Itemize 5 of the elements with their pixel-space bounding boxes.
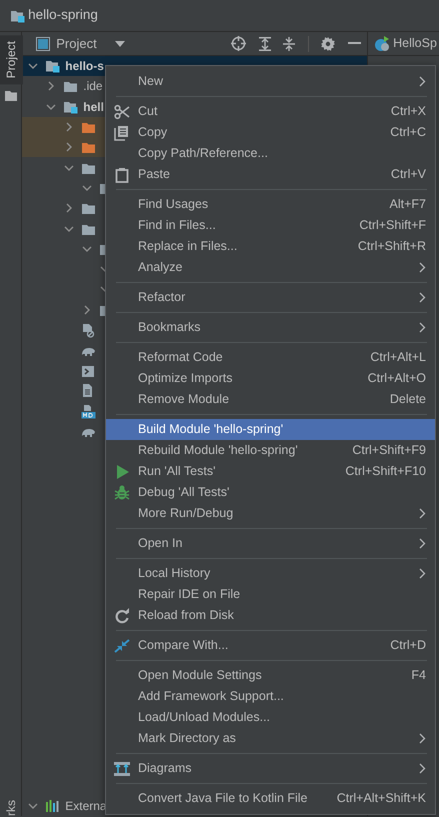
tree-label: .ide [83, 78, 103, 96]
tree-label: hello-s [65, 58, 104, 76]
tree-label: Externa [65, 798, 107, 815]
window-title: hello-spring [28, 6, 98, 24]
tree-label: hell [83, 98, 104, 116]
